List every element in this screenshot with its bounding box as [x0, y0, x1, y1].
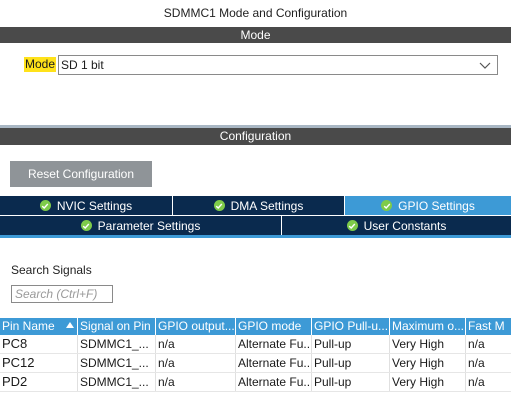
cell-gpio-mode: Alternate Fu...	[238, 354, 312, 372]
column-header-maximum-output[interactable]: Maximum o...	[390, 318, 466, 335]
cell-gpio-mode: Alternate Fu...	[238, 373, 312, 391]
cell-gpio-output: n/a	[156, 335, 236, 353]
gpio-table: Pin Name Signal on Pin GPIO output... GP…	[0, 318, 511, 392]
check-circle-icon	[213, 200, 225, 211]
tab-label: DMA Settings	[230, 198, 304, 213]
tab-label: NVIC Settings	[56, 198, 133, 213]
column-header-gpio-mode[interactable]: GPIO mode	[236, 318, 312, 335]
cell-gpio-pull: Pull-up	[312, 354, 390, 372]
config-section-header: Configuration	[0, 128, 511, 145]
table-row[interactable]: PC8 SDMMC1_... n/a Alternate Fu... Pull-…	[0, 335, 511, 354]
column-header-signal[interactable]: Signal on Pin	[78, 318, 156, 335]
cell-fast-mode: n/a	[468, 337, 485, 351]
tab-label: Parameter Settings	[97, 218, 201, 233]
tab-dma-settings[interactable]: DMA Settings	[173, 196, 345, 215]
cell-gpio-pull: Pull-up	[312, 335, 390, 353]
chevron-down-icon	[479, 62, 491, 69]
tab-parameter-settings[interactable]: Parameter Settings	[0, 216, 282, 235]
column-header-fast-mode[interactable]: Fast M	[466, 318, 511, 335]
cell-gpio-mode: Alternate Fu...	[238, 335, 312, 353]
tab-nvic-settings[interactable]: NVIC Settings	[0, 196, 173, 215]
cell-gpio-output: n/a	[156, 373, 236, 391]
reset-configuration-button[interactable]: Reset Configuration	[10, 161, 152, 187]
cell-pin-name: PD2	[0, 373, 78, 391]
cell-fast-mode: n/a	[468, 375, 485, 389]
tab-label: GPIO Settings	[398, 198, 475, 213]
column-header-gpio-output[interactable]: GPIO output...	[156, 318, 236, 335]
cell-signal: SDMMC1_...	[78, 335, 156, 353]
table-row[interactable]: PD2 SDMMC1_... n/a Alternate Fu... Pull-…	[0, 373, 511, 392]
mode-label: Mode	[24, 57, 57, 72]
cell-maximum-output: Very High	[390, 335, 466, 353]
check-circle-icon	[346, 220, 358, 231]
cell-maximum-output: Very High	[390, 354, 466, 372]
cell-fast-mode: n/a	[468, 356, 485, 370]
mode-select[interactable]: SD 1 bit	[58, 55, 498, 75]
tab-row-2: Parameter Settings User Constants	[0, 216, 511, 235]
table-row[interactable]: PC12 SDMMC1_... n/a Alternate Fu... Pull…	[0, 354, 511, 373]
table-header: Pin Name Signal on Pin GPIO output... GP…	[0, 318, 511, 335]
column-header-gpio-pull[interactable]: GPIO Pull-u...	[312, 318, 390, 335]
check-circle-icon	[381, 200, 393, 211]
sort-ascending-icon	[66, 322, 74, 328]
tab-gpio-settings[interactable]: GPIO Settings	[345, 196, 511, 215]
cell-pin-name: PC12	[0, 354, 78, 372]
cell-pin-name: PC8	[0, 335, 78, 353]
cell-maximum-output: Very High	[390, 373, 466, 391]
search-input[interactable]	[11, 285, 113, 303]
cell-signal: SDMMC1_...	[78, 354, 156, 372]
mode-select-value: SD 1 bit	[61, 58, 104, 72]
mode-section-header: Mode	[0, 27, 511, 43]
search-signals-label: Search Signals	[11, 263, 92, 277]
window-title: SDMMC1 Mode and Configuration	[163, 6, 348, 20]
check-circle-icon	[39, 200, 51, 211]
cell-gpio-output: n/a	[156, 354, 236, 372]
tab-user-constants[interactable]: User Constants	[282, 216, 511, 235]
check-circle-icon	[80, 220, 92, 231]
tab-underline	[0, 235, 511, 238]
cell-signal: SDMMC1_...	[78, 373, 156, 391]
column-header-pin-name[interactable]: Pin Name	[0, 318, 78, 335]
cell-gpio-pull: Pull-up	[312, 373, 390, 391]
tab-row-1: NVIC Settings DMA Settings GPIO Settings	[0, 196, 511, 215]
tab-label: User Constants	[363, 218, 447, 233]
